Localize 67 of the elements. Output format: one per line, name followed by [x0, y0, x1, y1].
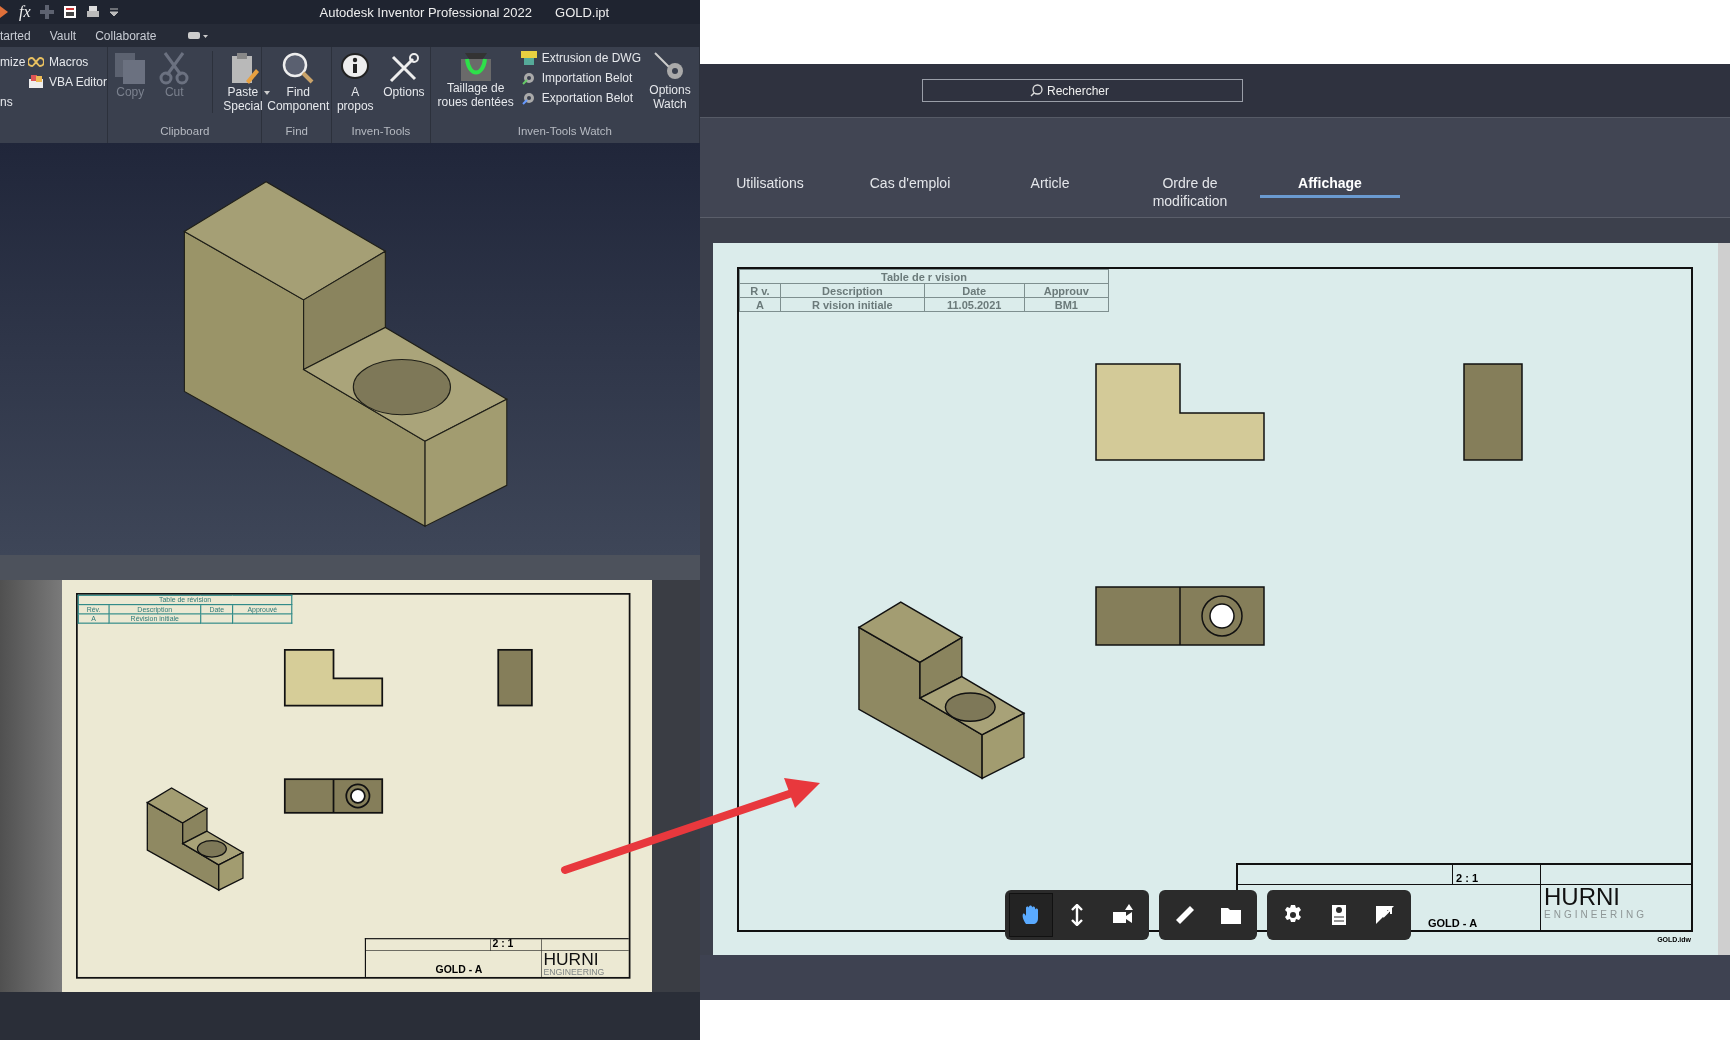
search-field[interactable]: Rechercher [922, 79, 1243, 102]
ribbon-tab[interactable]: Vault [49, 28, 77, 43]
gear-tooth-icon [458, 51, 493, 81]
about-button[interactable]: A propos [332, 51, 379, 113]
belot-import-button[interactable]: Importation Belot [520, 71, 641, 85]
gear-cutting-button[interactable]: Taillage de roues dentées [430, 51, 521, 109]
editor-icon [28, 75, 44, 89]
caret-icon [263, 91, 270, 95]
dropdown-icon[interactable] [187, 30, 208, 41]
group-label: Inven-Tools [350, 125, 412, 139]
company-logo: HURNI [543, 950, 599, 968]
camera-icon [1112, 904, 1134, 926]
column-header: Date [924, 283, 1025, 298]
column-header: Description [780, 283, 925, 298]
table-cell: BM1 [1024, 297, 1109, 312]
belot-export-button[interactable]: Exportation Belot [520, 91, 641, 105]
table-cell: A [739, 297, 781, 312]
copy-icon [113, 51, 148, 85]
gear-icon [520, 71, 537, 85]
app-logo-icon[interactable] [0, 4, 10, 20]
ribbon-tab[interactable]: tarted [0, 28, 31, 43]
column-header: R v. [739, 283, 781, 298]
scale-value: 2 : 1 [1456, 872, 1478, 884]
caret-icon[interactable] [108, 8, 119, 16]
company-logo: HURNI [1544, 885, 1620, 909]
3d-viewport[interactable] [0, 143, 700, 555]
tab[interactable]: Affichage [1260, 174, 1400, 198]
scale-value: 2 : 1 [492, 938, 514, 951]
ribbon-tab[interactable]: Collaborate [95, 28, 157, 43]
tab[interactable]: Utilisations [700, 174, 840, 214]
tab[interactable]: Cas d'emploi [840, 174, 980, 214]
ribbon-label[interactable]: ns [0, 95, 28, 109]
table-cell: R vision initiale [780, 297, 925, 312]
gear-icon [520, 91, 537, 105]
paste-special-button[interactable]: Paste Special [212, 51, 268, 113]
plus-icon[interactable] [39, 5, 54, 19]
file-name: GOLD.ipt [555, 4, 610, 20]
search-icon [1030, 84, 1043, 97]
macros-button[interactable]: Macros [28, 55, 108, 69]
scrollbar[interactable] [1718, 243, 1730, 955]
column-header: Approuv [1024, 283, 1109, 298]
formula-icon[interactable]: fx [19, 3, 31, 21]
ruler-icon [1174, 904, 1196, 926]
drawing-number: GOLD - A [435, 964, 483, 977]
logo-tagline: ENGINEERING [1544, 909, 1647, 920]
options-watch-button[interactable]: Options Watch [641, 51, 699, 111]
drawing-number: GOLD - A [1428, 917, 1478, 929]
ribbon-label[interactable]: mize [0, 55, 28, 69]
table-title: Table de r vision [739, 269, 1109, 284]
document-icon[interactable] [62, 5, 77, 19]
tab[interactable]: Article [980, 174, 1120, 214]
logo-tagline: ENGINEERING [543, 967, 605, 977]
window-title: Autodesk Inventor Professional 2022 [319, 4, 532, 20]
side-view-drawing [497, 648, 533, 707]
options-button[interactable]: Options [378, 51, 430, 99]
dwg-file-icon [520, 51, 537, 65]
search-icon [281, 51, 316, 85]
print-icon[interactable] [85, 5, 100, 19]
group-label: Clipboard [159, 125, 211, 139]
infinity-icon [28, 57, 44, 67]
group-label: Find [284, 125, 309, 139]
toolbar-button[interactable] [1009, 893, 1053, 937]
table-cell: 11.05.2021 [924, 297, 1025, 312]
group-label: Inven-Tools Watch [516, 125, 613, 139]
dwg-extrusion-button[interactable]: Extrusion de DWG [520, 51, 641, 65]
tab[interactable]: Ordre de modification [1120, 174, 1260, 214]
vba-editor-button[interactable]: VBA Editor [28, 75, 108, 89]
